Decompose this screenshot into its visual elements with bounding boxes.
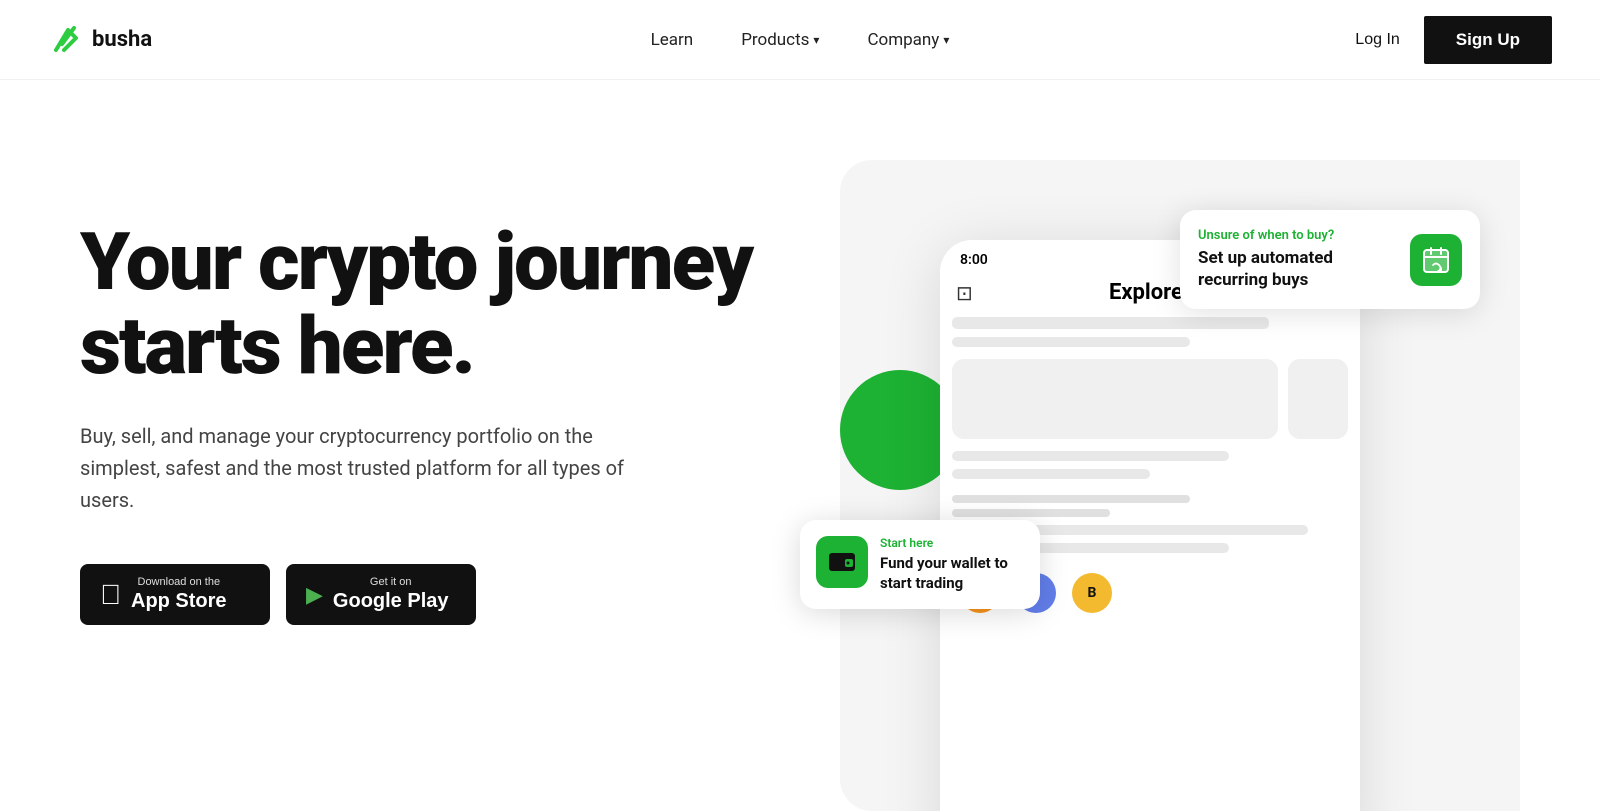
company-chevron-icon: ▾ bbox=[943, 33, 949, 47]
float-recurring-label: Unsure of when to buy? bbox=[1198, 228, 1398, 243]
skeleton-line-2 bbox=[952, 337, 1190, 347]
nav-actions: Log In Sign Up bbox=[1355, 16, 1552, 64]
logo[interactable]: busha bbox=[48, 22, 152, 58]
phone-card-2 bbox=[1288, 359, 1348, 439]
phone-cards-row bbox=[952, 359, 1348, 439]
phone-scan-icon: ⊡ bbox=[956, 281, 973, 305]
skeleton-line-4 bbox=[952, 469, 1150, 479]
hero-title: Your crypto journey starts here. bbox=[80, 220, 780, 388]
wallet-icon bbox=[816, 536, 868, 588]
app-store-button[interactable]:  Download on the App Store bbox=[80, 564, 270, 625]
hero-section: Your crypto journey starts here. Buy, se… bbox=[0, 80, 1600, 811]
skeleton-line-3 bbox=[952, 451, 1229, 461]
navbar: busha Learn Products ▾ Company ▾ Log In … bbox=[0, 0, 1600, 80]
app-buttons:  Download on the App Store ▶ Get it on … bbox=[80, 564, 780, 625]
nav-products[interactable]: Products ▾ bbox=[741, 30, 819, 50]
login-button[interactable]: Log In bbox=[1355, 31, 1399, 49]
phone-card-1 bbox=[952, 359, 1278, 439]
float-start-title: Fund your wallet to start trading bbox=[880, 554, 1024, 593]
phone-time: 8:00 bbox=[960, 252, 988, 268]
calendar-refresh-icon bbox=[1410, 234, 1462, 286]
float-recurring-title: Set up automated recurring buys bbox=[1198, 247, 1398, 291]
bnb-icon: B bbox=[1072, 573, 1112, 613]
apple-icon:  bbox=[100, 581, 121, 609]
hero-left: Your crypto journey starts here. Buy, se… bbox=[80, 160, 780, 625]
float-card-start: Start here Fund your wallet to start tra… bbox=[800, 520, 1040, 609]
hero-right: 8:00 ▐▐▐ ∿ ▮▮ ⊡ Explore 🔍 bbox=[780, 160, 1520, 811]
logo-text: busha bbox=[92, 27, 152, 52]
google-play-button[interactable]: ▶ Get it on Google Play bbox=[286, 564, 476, 625]
nav-company[interactable]: Company ▾ bbox=[867, 30, 949, 50]
google-play-icon: ▶ bbox=[306, 584, 323, 606]
products-chevron-icon: ▾ bbox=[813, 33, 819, 47]
float-start-label: Start here bbox=[880, 536, 1024, 550]
busha-logo-icon bbox=[48, 22, 84, 58]
hero-subtitle: Buy, sell, and manage your cryptocurrenc… bbox=[80, 420, 640, 516]
float-card-recurring: Unsure of when to buy? Set up automated … bbox=[1180, 210, 1480, 309]
skeleton-line-1 bbox=[952, 317, 1269, 329]
signup-button[interactable]: Sign Up bbox=[1424, 16, 1552, 64]
nav-links: Learn Products ▾ Company ▾ bbox=[651, 30, 950, 50]
nav-learn[interactable]: Learn bbox=[651, 30, 694, 50]
